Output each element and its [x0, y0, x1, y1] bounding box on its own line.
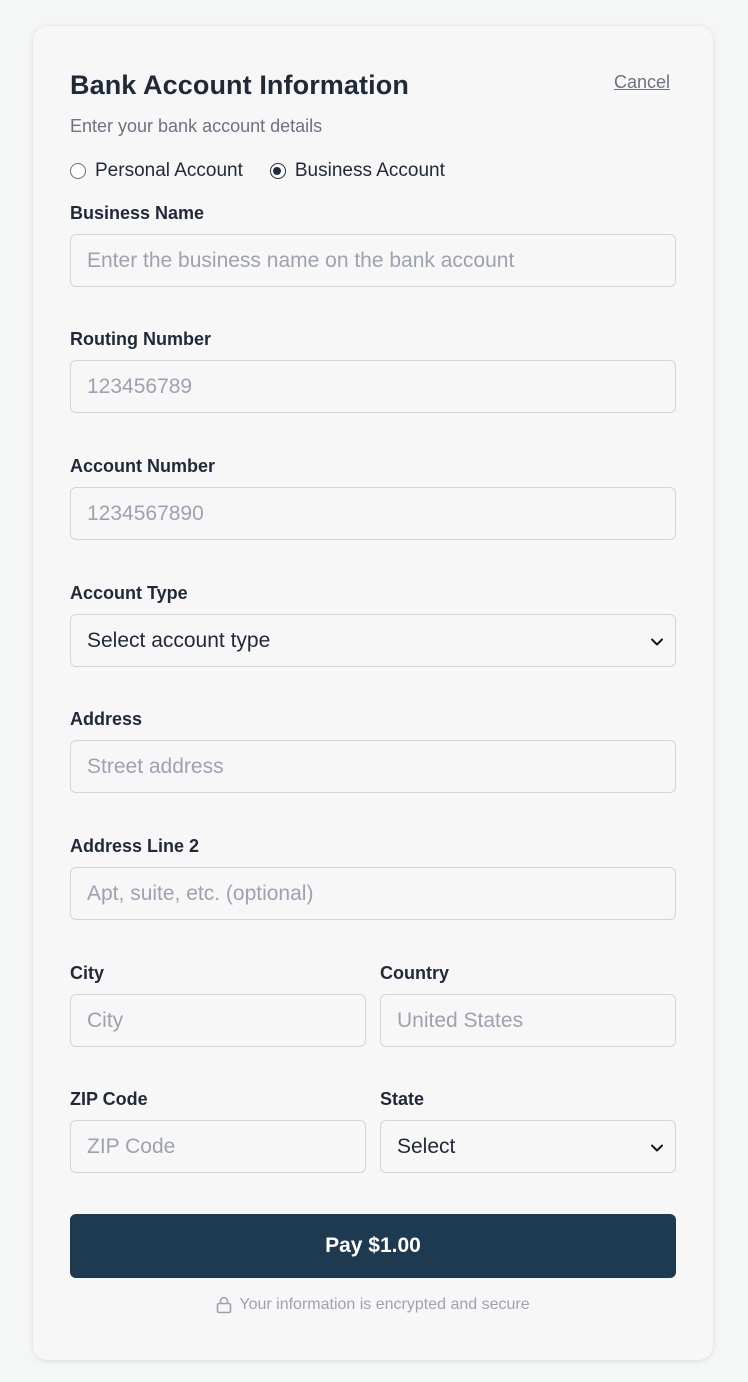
- business-account-label: Business Account: [294, 160, 445, 181]
- address-line-2-input[interactable]: [70, 867, 676, 920]
- cancel-link[interactable]: Cancel: [614, 72, 670, 93]
- secure-text: Your information is encrypted and secure: [239, 1296, 530, 1313]
- account-number-input[interactable]: [70, 487, 676, 540]
- radio-checked-icon[interactable]: [269, 163, 286, 179]
- address-line-2-label: Address Line 2: [70, 836, 200, 856]
- zip-code-label: ZIP Code: [70, 1089, 148, 1109]
- routing-number-label: Routing Number: [70, 329, 211, 349]
- zip-code-input[interactable]: [70, 1120, 366, 1173]
- account-kind-group: Personal Account Business Account: [70, 160, 472, 182]
- state-label: State: [380, 1089, 425, 1109]
- routing-number-input[interactable]: [70, 360, 676, 413]
- account-type-select[interactable]: Select account type: [70, 614, 676, 667]
- state-select[interactable]: Select: [380, 1120, 676, 1173]
- personal-account-radio[interactable]: Personal Account: [70, 160, 243, 182]
- chevron-down-icon: [651, 1139, 663, 1155]
- secure-note: Your information is encrypted and secure: [33, 1296, 713, 1314]
- city-input[interactable]: [70, 994, 366, 1047]
- lock-icon: [217, 1296, 232, 1314]
- chevron-down-icon: [651, 633, 663, 649]
- bank-account-card: Bank Account Information Cancel Enter yo…: [33, 26, 713, 1360]
- radio-unchecked-icon[interactable]: [70, 163, 86, 179]
- account-type-value: Select account type: [87, 628, 271, 652]
- page-title: Bank Account Information: [70, 70, 409, 100]
- business-account-radio[interactable]: Business Account: [269, 160, 445, 182]
- pay-button[interactable]: Pay $1.00: [70, 1214, 676, 1278]
- personal-account-label: Personal Account: [95, 160, 243, 181]
- country-input[interactable]: [380, 994, 676, 1047]
- business-name-input[interactable]: [70, 234, 676, 287]
- address-input[interactable]: [70, 740, 676, 793]
- account-type-label: Account Type: [70, 583, 188, 603]
- account-number-label: Account Number: [70, 456, 216, 476]
- business-name-label: Business Name: [70, 203, 205, 223]
- city-label: City: [70, 963, 105, 983]
- address-label: Address: [70, 709, 143, 729]
- state-value: Select: [397, 1134, 456, 1158]
- country-label: Country: [380, 963, 449, 983]
- page-subtitle: Enter your bank account details: [70, 116, 323, 136]
